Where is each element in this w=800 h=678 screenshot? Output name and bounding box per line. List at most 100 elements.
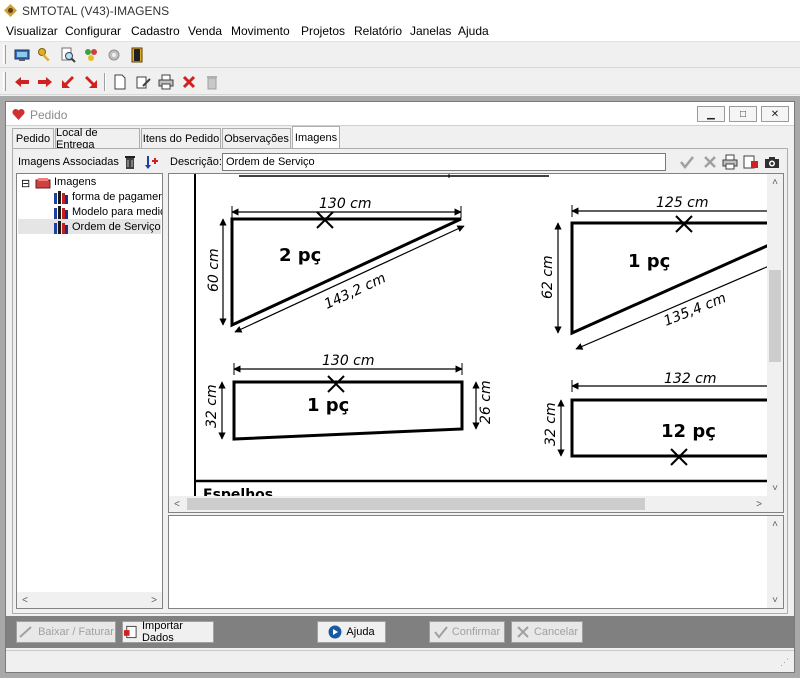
associated-images-label: Imagens Associadas — [18, 156, 119, 168]
menu-movimento[interactable]: Movimento — [231, 24, 290, 38]
menu-ajuda[interactable]: Ajuda — [458, 24, 489, 38]
scroll-right-icon[interactable]: > — [751, 496, 767, 512]
monitor-icon[interactable] — [12, 45, 32, 65]
toolbar-main — [0, 42, 800, 68]
viewer-vertical-scrollbar[interactable]: ˄ ˅ — [767, 174, 783, 496]
arrow-down-right-icon[interactable] — [81, 72, 101, 92]
print-icon[interactable] — [156, 72, 176, 92]
shape-2 — [554, 205, 769, 350]
tab-itens-pedido[interactable]: Itens do Pedido — [141, 128, 221, 148]
shape-1 — [219, 206, 465, 333]
scroll-left-icon[interactable]: < — [17, 592, 33, 608]
importar-dados-label: Importar Dados — [141, 620, 183, 644]
resize-grip-icon[interactable]: ⋰ — [780, 657, 790, 667]
key-icon[interactable] — [35, 45, 55, 65]
maximize-button[interactable]: □ — [729, 106, 757, 122]
tree-item-selected[interactable]: Ordem de Serviço — [72, 221, 162, 233]
tree-item[interactable]: Modelo para mediçã — [72, 206, 162, 218]
baixar-faturar-button[interactable]: Baixar / Faturar — [16, 621, 116, 643]
scroll-up-icon[interactable]: ˄ — [767, 174, 783, 190]
arrow-down-left-icon[interactable] — [58, 72, 78, 92]
shape-2-left-label: 62 cm — [540, 255, 556, 299]
description-label: Descrição: — [170, 156, 222, 168]
cancel-x-icon — [517, 626, 529, 638]
scroll-right-icon[interactable]: > — [146, 592, 162, 608]
exit-door-icon[interactable] — [127, 45, 147, 65]
ajuda-button[interactable]: Ajuda — [317, 621, 386, 643]
minimize-button[interactable]: ▁ — [697, 106, 725, 122]
arrow-left-icon[interactable] — [12, 72, 32, 92]
trash-icon[interactable] — [202, 72, 222, 92]
tools-icon[interactable] — [81, 45, 101, 65]
images-folder-icon — [35, 178, 51, 189]
tree-expand-icon[interactable]: ⊟ — [21, 177, 30, 190]
notes-vertical-scrollbar[interactable]: ˄ ˅ — [767, 516, 783, 608]
arrow-right-icon[interactable] — [35, 72, 55, 92]
menu-janelas[interactable]: Janelas — [410, 24, 451, 38]
window-title-bar: Pedido ▁ □ ✕ — [6, 102, 794, 126]
new-doc-icon[interactable] — [110, 72, 130, 92]
cancel-x-icon[interactable] — [702, 154, 718, 170]
cancelar-label: Cancelar — [533, 626, 579, 638]
tab-pedido[interactable]: Pedido — [12, 128, 54, 148]
importar-dados-button[interactable]: Importar Dados — [122, 620, 214, 644]
menu-relatorio[interactable]: Relatório — [354, 24, 402, 38]
pen-icon — [19, 626, 32, 638]
scroll-left-icon[interactable]: < — [169, 496, 185, 512]
app-logo-icon — [4, 4, 17, 17]
shape-3-top-label: 130 cm — [322, 353, 375, 369]
delete-x-icon[interactable] — [179, 72, 199, 92]
shape-3-right-label: 26 cm — [478, 380, 494, 424]
tab-observacoes[interactable]: Observações — [222, 128, 291, 148]
baixar-faturar-label: Baixar / Faturar — [38, 626, 114, 638]
measurement-drawing: 130 cm 60 cm 143,2 cm 2 pç 125 cm 62 cm … — [194, 174, 769, 496]
menu-projetos[interactable]: Projetos — [301, 24, 345, 38]
description-input[interactable]: Ordem de Serviço — [222, 153, 666, 171]
image-viewer: 130 cm 60 cm 143,2 cm 2 pç 125 cm 62 cm … — [168, 173, 784, 513]
puzzle-icon[interactable] — [104, 45, 124, 65]
toolbar-grip[interactable] — [3, 45, 6, 64]
tree-item[interactable]: forma de pagamento — [72, 191, 162, 203]
horizontal-scroll-thumb[interactable] — [187, 498, 645, 510]
menu-configurar[interactable]: Configurar — [65, 24, 121, 38]
image-tree: ⊟ Imagens forma de pagamento Modelo para… — [16, 173, 163, 609]
shape-3-qty: 1 pç — [307, 395, 349, 416]
scroll-up-icon[interactable]: ˄ — [767, 516, 783, 532]
menu-visualizar[interactable]: Visualizar — [6, 24, 58, 38]
book-icon — [54, 221, 68, 234]
tree-horizontal-scrollbar[interactable]: < > — [17, 592, 162, 608]
viewer-horizontal-scrollbar[interactable]: < > — [169, 496, 767, 512]
toolbar-grip-2[interactable] — [3, 72, 6, 91]
book-icon — [54, 191, 68, 204]
scroll-down-icon[interactable]: ˅ — [767, 480, 783, 496]
trash-icon[interactable] — [122, 154, 138, 170]
vertical-scroll-thumb[interactable] — [769, 270, 781, 362]
cancelar-button[interactable]: Cancelar — [511, 621, 583, 643]
camera-icon[interactable] — [764, 154, 780, 170]
check-icon — [434, 626, 448, 639]
book-icon — [54, 206, 68, 219]
help-play-icon — [328, 625, 342, 639]
confirmar-button[interactable]: Confirmar — [429, 621, 505, 643]
app-title-bar: SMTOTAL (V43)-IMAGENS — [0, 0, 800, 22]
shape-3-left-label: 32 cm — [204, 384, 220, 428]
print-icon[interactable] — [722, 154, 738, 170]
import-icon — [123, 625, 137, 639]
shape-2-qty: 1 pç — [628, 251, 670, 272]
status-bar: ⋰ — [6, 650, 794, 670]
tree-root[interactable]: Imagens — [54, 176, 96, 188]
menu-venda[interactable]: Venda — [188, 24, 222, 38]
check-icon[interactable] — [679, 154, 695, 170]
tab-imagens[interactable]: Imagens — [292, 126, 340, 148]
export-image-icon[interactable] — [743, 154, 759, 170]
shape-1-qty: 2 pç — [279, 245, 321, 266]
search-doc-icon[interactable] — [58, 45, 78, 65]
scroll-down-icon[interactable]: ˅ — [767, 592, 783, 608]
tab-local-entrega[interactable]: Local de Entrega — [55, 127, 140, 151]
add-image-icon[interactable] — [143, 154, 159, 170]
image-notes-box[interactable]: ˄ ˅ — [168, 515, 784, 609]
edit-doc-icon[interactable] — [133, 72, 153, 92]
menu-cadastro[interactable]: Cadastro — [131, 24, 180, 38]
shape-4-left-label: 32 cm — [543, 402, 559, 446]
close-button[interactable]: ✕ — [761, 106, 789, 122]
